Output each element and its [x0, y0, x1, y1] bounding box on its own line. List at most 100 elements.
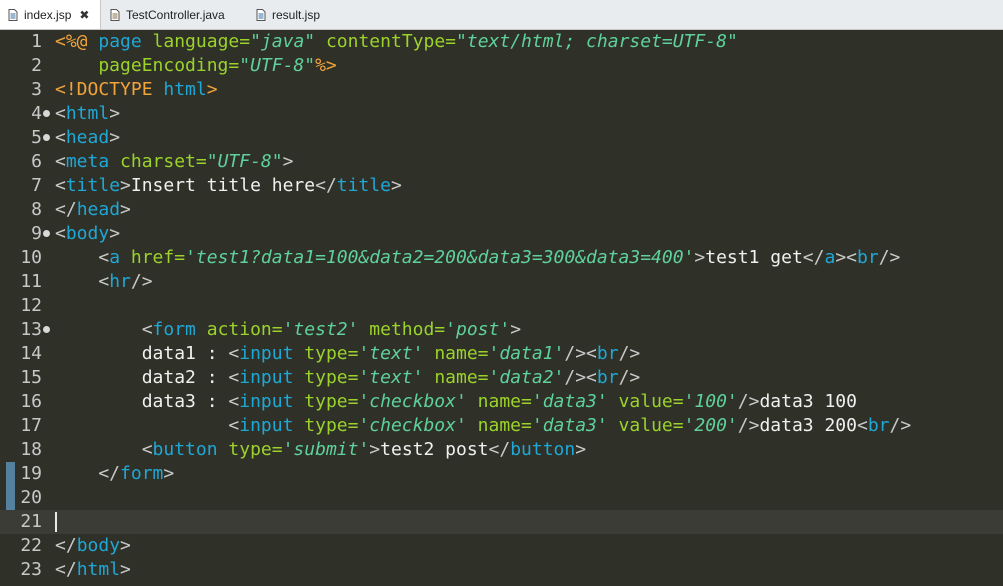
code-token-string: 'data3' [531, 391, 608, 412]
code-token-tag: input [239, 343, 305, 364]
code-token-string: "UTF-8" [206, 151, 283, 172]
code-token-tag: form [120, 463, 164, 484]
code-token-plain: data1 : [55, 343, 229, 364]
line-number: 8 [31, 199, 42, 220]
code-token-punct: </ [55, 199, 77, 220]
code-token-punct: < [55, 223, 66, 244]
code-token-plain: data3 100 [759, 391, 857, 412]
code-line[interactable]: 22 </body> [0, 534, 1003, 558]
code-token-punct: > [369, 439, 381, 460]
code-line[interactable]: 9 <body> [0, 222, 1003, 246]
code-token-punct: > [109, 103, 121, 124]
code-text: </html> [55, 558, 131, 582]
code-token-punct: < [55, 271, 110, 292]
code-token-attr: type= [228, 439, 283, 460]
code-text: </head> [55, 198, 131, 222]
code-text: <hr/> [55, 270, 153, 294]
code-token-tag: body [65, 223, 110, 244]
code-token-punct: < [857, 415, 868, 436]
code-line[interactable]: 11 <hr/> [0, 270, 1003, 294]
code-line[interactable]: 17 <input type='checkbox' name='data3' v… [0, 414, 1003, 438]
code-line[interactable]: 16 data3 : <input type='checkbox' name='… [0, 390, 1003, 414]
tab-result-jsp[interactable]: result.jsp [248, 0, 338, 29]
fold-toggle-icon[interactable] [43, 326, 50, 333]
code-line[interactable]: 13 <form action='test2' method='post'> [0, 318, 1003, 342]
code-token-tag: a [109, 247, 131, 268]
code-token-tag: input [239, 415, 305, 436]
code-token-string: 'test2' [282, 319, 359, 340]
code-token-attr: name= [466, 415, 532, 436]
code-token-string: 'text' [358, 367, 424, 388]
code-line[interactable]: 3 <!DOCTYPE html> [0, 78, 1003, 102]
code-token-punct: > [510, 319, 522, 340]
line-number: 22 [20, 535, 42, 556]
code-token-attr: name= [423, 343, 489, 364]
tab-index-jsp[interactable]: index.jsp ✖ [0, 0, 101, 29]
fold-toggle-icon[interactable] [43, 110, 50, 117]
code-line[interactable]: 8 </head> [0, 198, 1003, 222]
fold-toggle-icon[interactable] [43, 134, 50, 141]
code-text: <meta charset="UTF-8"> [55, 150, 293, 174]
fold-toggle-icon[interactable] [43, 230, 50, 237]
code-line[interactable]: 2 pageEncoding="UTF-8"%> [0, 54, 1003, 78]
line-number: 18 [20, 439, 42, 460]
editor-tab-bar: index.jsp ✖ TestController.java result.j… [0, 0, 1003, 30]
close-tab-icon[interactable]: ✖ [79, 8, 89, 22]
line-number: 19 [20, 463, 42, 484]
code-line[interactable]: 20 [0, 486, 1003, 510]
code-line[interactable]: 15 data2 : <input type='text' name='data… [0, 366, 1003, 390]
code-text: data2 : <input type='text' name='data2'/… [55, 366, 641, 390]
code-token-punct: < [55, 127, 66, 148]
code-line[interactable]: 6 <meta charset="UTF-8"> [0, 150, 1003, 174]
code-token-tag: body [76, 535, 121, 556]
code-text: <a href='test1?data1=100&data2=200&data3… [55, 246, 900, 270]
code-token-string: '200' [683, 415, 738, 436]
code-token-attr: pageEncoding= [55, 55, 240, 76]
code-token-tag: input [239, 367, 305, 388]
code-token-string: 'checkbox' [358, 391, 467, 412]
code-token-tag: hr [109, 271, 131, 292]
code-token-directive: > [206, 79, 218, 100]
code-text: <button type='submit'>test2 post</button… [55, 438, 586, 462]
code-line[interactable]: 10 <a href='test1?data1=100&data2=200&da… [0, 246, 1003, 270]
code-token-punct: />< [564, 343, 597, 364]
code-token-punct: /> [737, 415, 760, 436]
code-token-punct: < [55, 247, 110, 268]
code-token-directive: <!DOCTYPE [55, 79, 164, 100]
code-token-string: 'submit' [282, 439, 370, 460]
code-token-attr: method= [358, 319, 446, 340]
code-token-plain: data3 : [55, 391, 229, 412]
code-line[interactable]: 1 <%@ page language="java" contentType="t… [0, 30, 1003, 54]
code-token-string: 'text' [358, 343, 424, 364]
code-token-directive: <%@ [55, 31, 99, 52]
code-token-string: "java" [250, 31, 316, 52]
code-line[interactable]: 23 </html> [0, 558, 1003, 582]
code-token-punct: > [390, 175, 402, 196]
code-line[interactable]: 14 data1 : <input type='text' name='data… [0, 342, 1003, 366]
code-line[interactable]: 7 <title>Insert title here</title> [0, 174, 1003, 198]
code-token-punct: />< [564, 367, 597, 388]
code-token-punct: /> [737, 391, 760, 412]
line-number: 14 [20, 343, 42, 364]
code-token-punct: /> [130, 271, 153, 292]
code-token-punct: < [55, 103, 66, 124]
line-number: 2 [31, 55, 42, 76]
code-line[interactable]: 12 [0, 294, 1003, 318]
line-number: 12 [20, 295, 42, 316]
code-token-plain: test1 get [705, 247, 803, 268]
code-token-punct: > [282, 151, 294, 172]
code-token-tag: html [163, 79, 207, 100]
tab-testcontroller-java[interactable]: TestController.java [102, 0, 242, 29]
code-text: <title>Insert title here</title> [55, 174, 402, 198]
code-token-punct: < [55, 175, 66, 196]
code-line[interactable]: 4 <html> [0, 102, 1003, 126]
code-line[interactable]: 5 <head> [0, 126, 1003, 150]
code-text: pageEncoding="UTF-8"%> [55, 54, 336, 78]
code-line[interactable]: 21 [0, 510, 1003, 534]
code-editor[interactable]: 1 <%@ page language="java" contentType="t… [0, 30, 1003, 586]
code-token-punct: > [109, 127, 121, 148]
code-token-tag: br [596, 343, 619, 364]
code-line[interactable]: 18 <button type='submit'>test2 post</but… [0, 438, 1003, 462]
code-line[interactable]: 19 </form> [0, 462, 1003, 486]
code-token-tag: title [336, 175, 391, 196]
